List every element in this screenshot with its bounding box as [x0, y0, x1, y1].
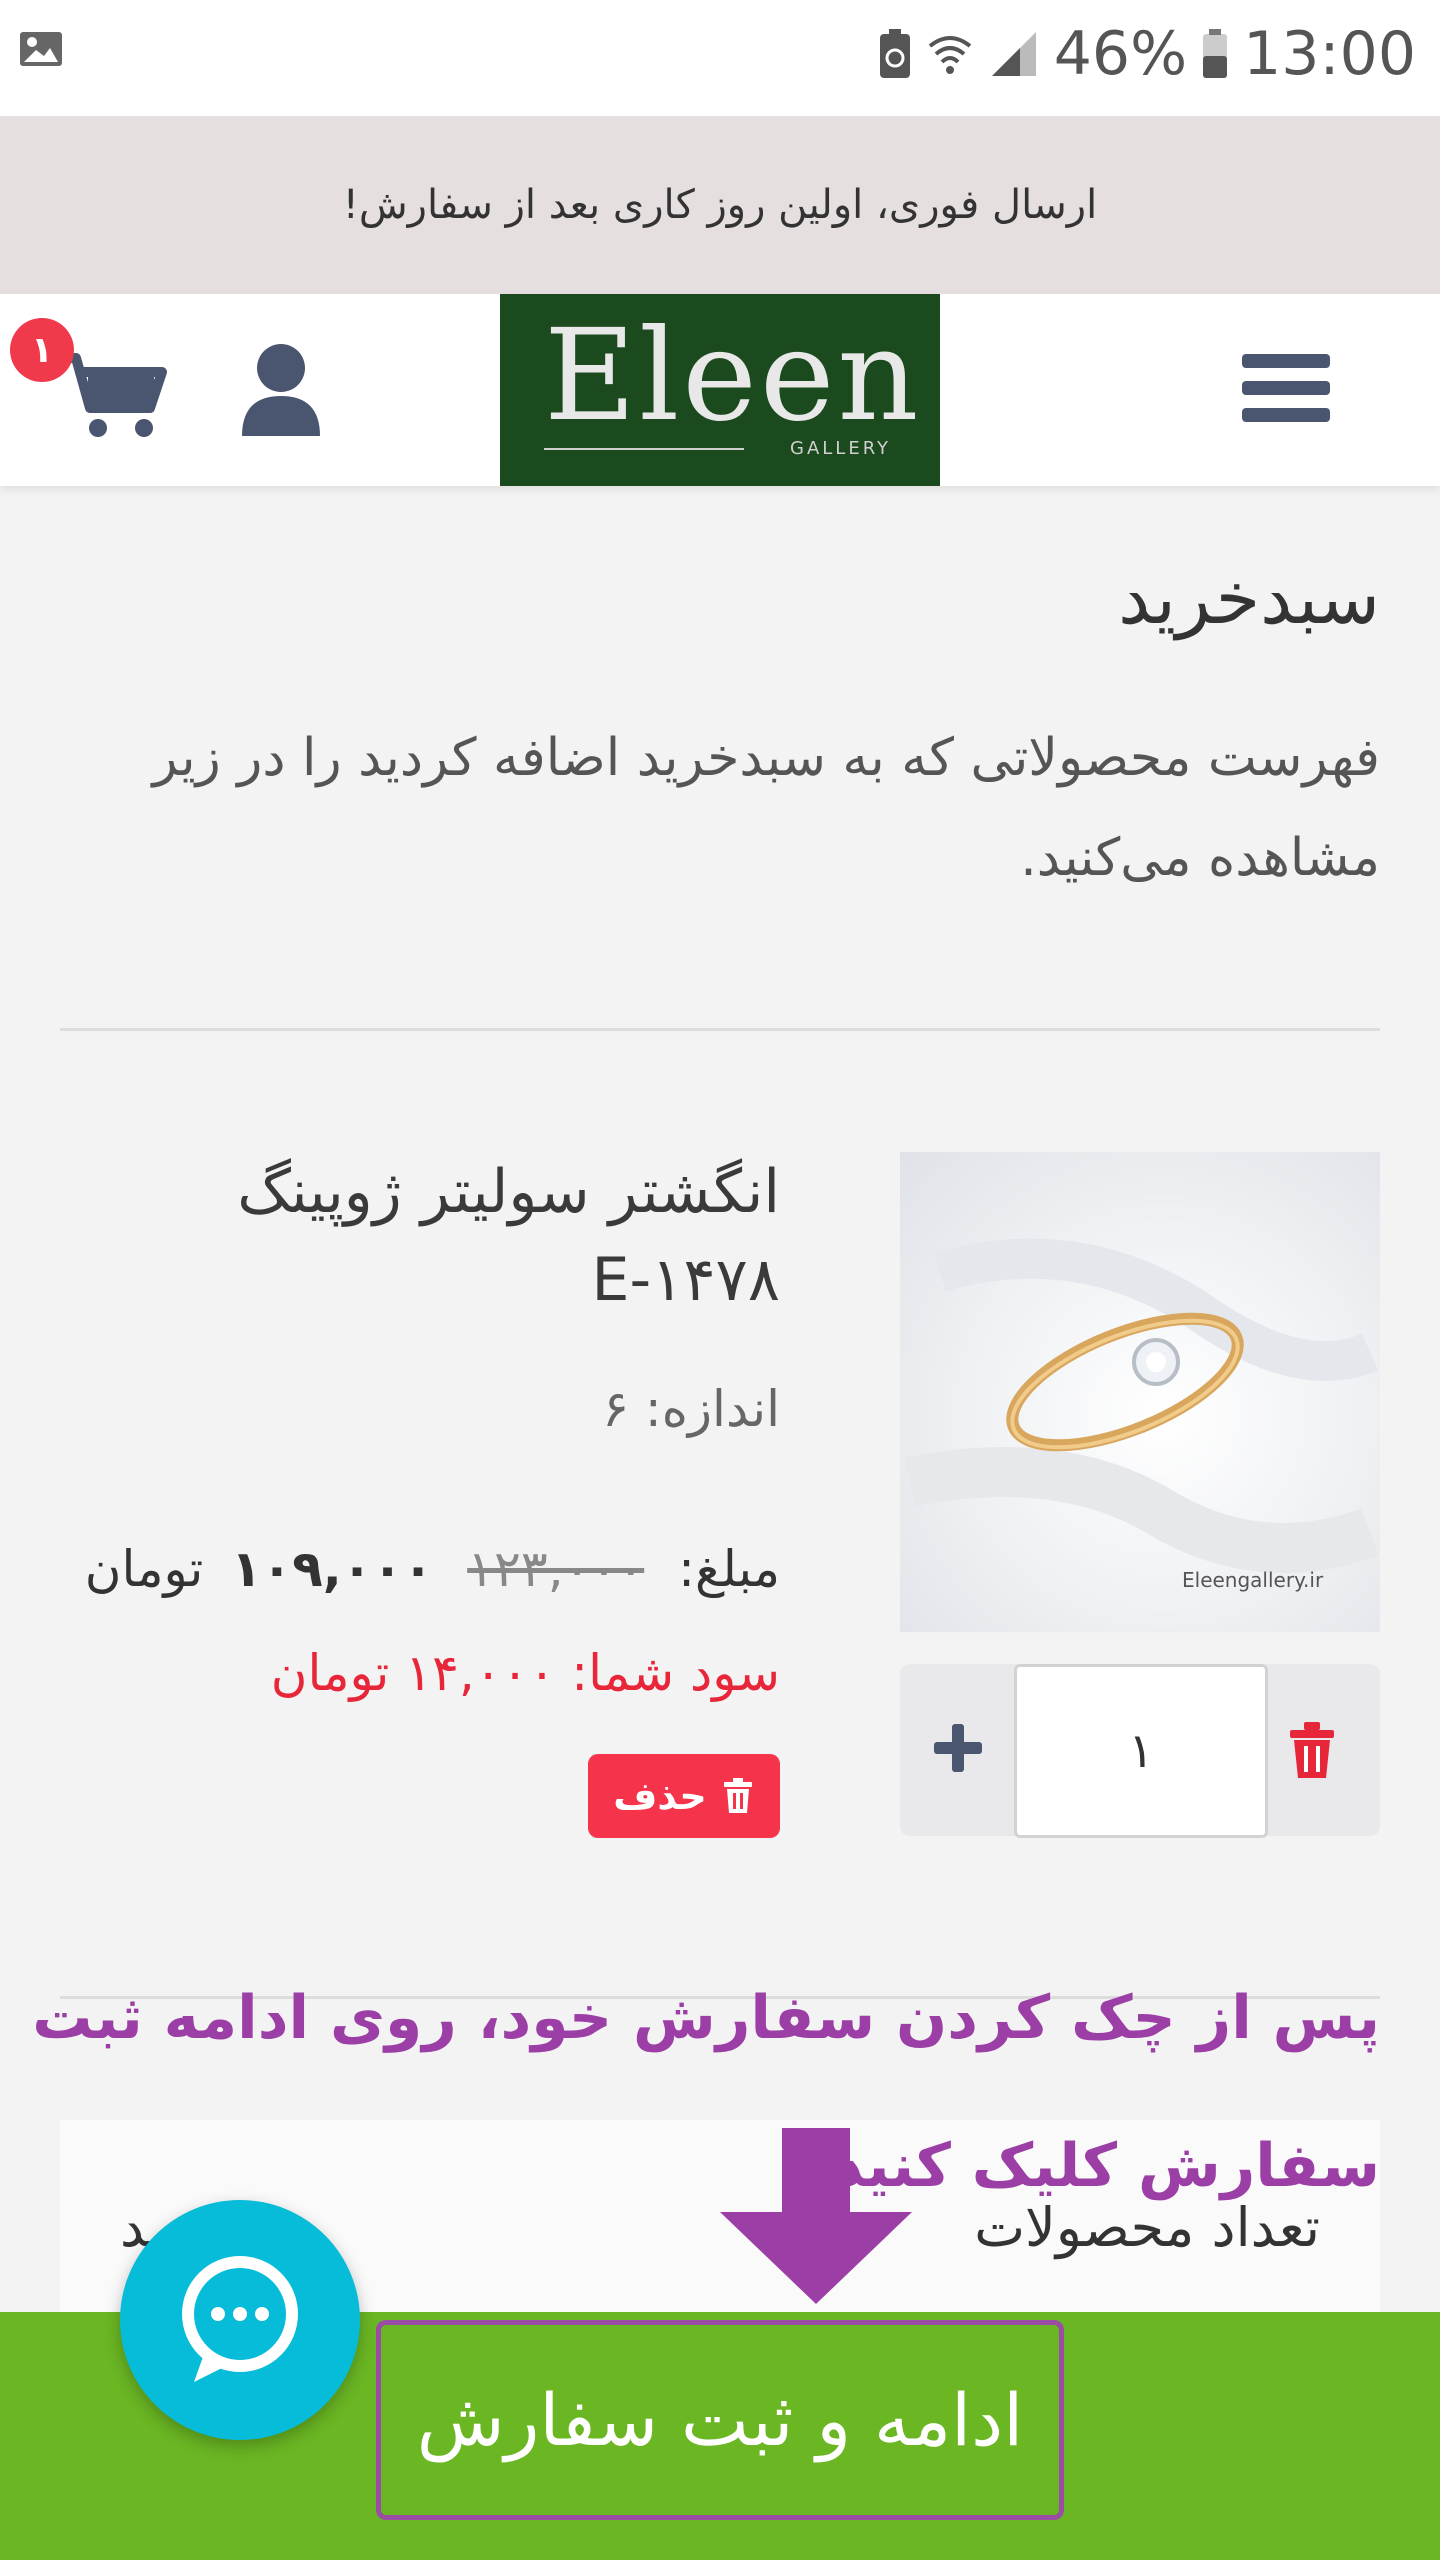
status-bar-right: 46% 13:00	[878, 14, 1416, 94]
gallery-icon	[20, 32, 62, 66]
cart-count-badge: ۱	[10, 318, 74, 382]
page-description: فهرست محصولاتی که به سبدخرید اضافه کردید…	[152, 728, 1380, 888]
product-name[interactable]: انگشتر سولیتر ژوپینگ E-۱۴۷۸	[60, 1148, 780, 1324]
old-price: ۱۲۳,۰۰۰	[467, 1540, 645, 1598]
product-image[interactable]: Eleengallery.ir	[900, 1152, 1380, 1632]
user-icon	[242, 344, 320, 436]
product-savings: سود شما: ۱۴,۰۰۰ تومان	[271, 1644, 780, 1702]
trash-icon[interactable]	[1280, 1718, 1344, 1782]
promo-banner: ارسال فوری، اولین روز کاری بعد از سفارش!	[0, 116, 1440, 294]
page-title: سبدخرید	[1118, 556, 1380, 640]
battery-icon	[1203, 29, 1228, 78]
savings-value: ۱۴,۰۰۰ تومان	[270, 1644, 556, 1702]
site-header: ۱ Eleen GALLERY	[0, 294, 1440, 486]
image-watermark: Eleengallery.ir	[1182, 1568, 1324, 1592]
signal-icon	[991, 32, 1036, 76]
chat-bubble-icon	[182, 2256, 298, 2382]
battery-percent: 46%	[1053, 19, 1188, 89]
down-arrow-icon	[720, 2128, 912, 2304]
checkout-button[interactable]: ادامه و ثبت سفارش	[376, 2320, 1064, 2520]
trash-icon	[723, 1778, 752, 1813]
quantity-input[interactable]: ۱	[1014, 1664, 1268, 1838]
hamburger-menu-icon	[1242, 354, 1330, 422]
logo-underline	[544, 448, 744, 450]
currency: تومان	[84, 1540, 204, 1598]
savings-label: سود شما:	[571, 1644, 780, 1702]
quantity-stepper: ۱	[900, 1664, 1380, 1838]
chat-button[interactable]	[120, 2200, 360, 2440]
site-logo[interactable]: Eleen GALLERY	[500, 294, 940, 486]
delete-label: حذف	[613, 1774, 707, 1818]
hamburger-menu-button[interactable]	[1238, 348, 1334, 428]
wifi-icon	[928, 36, 971, 74]
logo-subtext: GALLERY	[790, 438, 892, 459]
price-label: مبلغ:	[678, 1540, 780, 1598]
product-price: مبلغ: ۱۲۳,۰۰۰ ۱۰۹,۰۰۰ تومان	[85, 1540, 780, 1598]
divider	[60, 1028, 1380, 1031]
instruction-text: پس از چک کردن سفارش خود، روی ادامه ثبت س…	[32, 1983, 1380, 2201]
promo-text: ارسال فوری، اولین روز کاری بعد از سفارش!	[342, 182, 1098, 228]
delete-button[interactable]: حذف	[588, 1754, 780, 1838]
battery-saver-icon	[879, 29, 910, 78]
cart-button[interactable]: ۱	[10, 318, 170, 442]
account-button[interactable]	[238, 340, 324, 438]
ring-illustration	[905, 1238, 1379, 1573]
clock: 13:00	[1243, 19, 1416, 89]
product-size: اندازه: ۶	[602, 1380, 780, 1438]
status-bar: 46% 13:00	[0, 0, 1440, 116]
logo-text: Eleen	[544, 302, 922, 449]
plus-icon[interactable]	[928, 1718, 988, 1778]
new-price: ۱۰۹,۰۰۰	[231, 1540, 434, 1598]
